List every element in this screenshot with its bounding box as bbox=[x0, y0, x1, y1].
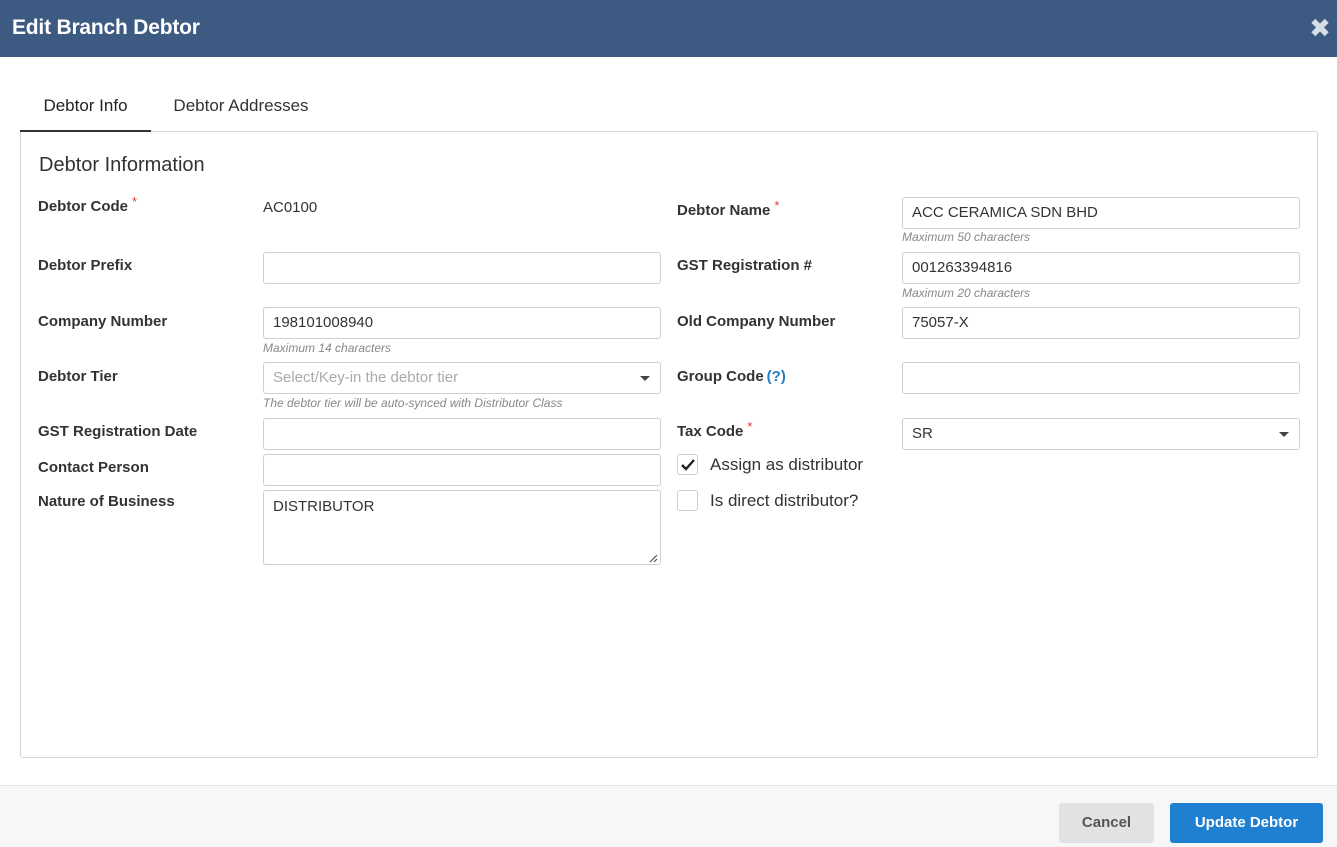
tab-debtor-addresses[interactable]: Debtor Addresses bbox=[151, 84, 331, 132]
gst-registration-no-label: GST Registration # bbox=[677, 257, 813, 274]
tab-bar: Debtor Info Debtor Addresses bbox=[20, 84, 1317, 132]
old-company-number-label: Old Company Number bbox=[677, 313, 836, 330]
assign-distributor-checkbox[interactable] bbox=[677, 454, 698, 475]
contact-person-input[interactable] bbox=[263, 454, 661, 486]
tab-debtor-info[interactable]: Debtor Info bbox=[20, 84, 151, 132]
tax-code-value: SR bbox=[912, 425, 933, 442]
debtor-tier-hint: The debtor tier will be auto-synced with… bbox=[263, 396, 563, 410]
tax-code-label: Tax Code * bbox=[677, 419, 753, 440]
section-title: Debtor Information bbox=[39, 154, 205, 176]
required-mark: * bbox=[747, 419, 753, 434]
dialog-title: Edit Branch Debtor bbox=[12, 16, 200, 39]
required-mark: * bbox=[774, 198, 780, 213]
company-number-hint: Maximum 14 characters bbox=[263, 341, 392, 355]
required-mark: * bbox=[132, 194, 138, 209]
checkmark-icon bbox=[681, 459, 695, 471]
debtor-code-value: AC0100 bbox=[263, 199, 318, 216]
old-company-number-input[interactable]: 75057-X bbox=[902, 307, 1300, 339]
group-code-label: Group Code (?) bbox=[677, 368, 786, 385]
chevron-down-icon bbox=[640, 376, 650, 381]
assign-distributor-label[interactable]: Assign as distributor bbox=[710, 455, 863, 475]
nature-of-business-value: DISTRIBUTOR bbox=[273, 498, 375, 515]
direct-distributor-checkbox[interactable] bbox=[677, 490, 698, 511]
debtor-name-input[interactable]: ACC CERAMICA SDN BHD bbox=[902, 197, 1300, 229]
direct-distributor-label[interactable]: Is direct distributor? bbox=[710, 491, 858, 511]
debtor-tier-label: Debtor Tier bbox=[38, 368, 118, 385]
close-icon[interactable]: ✖ bbox=[1307, 14, 1333, 42]
company-number-label: Company Number bbox=[38, 313, 168, 330]
chevron-down-icon bbox=[1279, 432, 1289, 437]
gst-registration-no-hint: Maximum 20 characters bbox=[902, 286, 1031, 300]
debtor-tier-select[interactable]: Select/Key-in the debtor tier bbox=[263, 362, 661, 394]
dialog-header: Edit Branch Debtor ✖ bbox=[0, 0, 1337, 57]
company-number-input[interactable]: 198101008940 bbox=[263, 307, 661, 339]
debtor-tier-placeholder: Select/Key-in the debtor tier bbox=[273, 369, 459, 386]
debtor-name-label: Debtor Name * bbox=[677, 198, 780, 219]
nature-of-business-textarea[interactable]: DISTRIBUTOR bbox=[263, 490, 661, 565]
update-debtor-button[interactable]: Update Debtor bbox=[1170, 803, 1323, 843]
group-code-input[interactable] bbox=[902, 362, 1300, 394]
gst-registration-date-label: GST Registration Date bbox=[38, 423, 198, 440]
tax-code-select[interactable]: SR bbox=[902, 418, 1300, 450]
cancel-button[interactable]: Cancel bbox=[1059, 803, 1154, 843]
debtor-prefix-input[interactable] bbox=[263, 252, 661, 284]
gst-registration-date-input[interactable] bbox=[263, 418, 661, 450]
group-code-help-link[interactable]: (?) bbox=[767, 368, 786, 385]
resize-handle-icon[interactable] bbox=[648, 553, 658, 563]
contact-person-label: Contact Person bbox=[38, 459, 149, 476]
gst-registration-no-input[interactable]: 001263394816 bbox=[902, 252, 1300, 284]
debtor-prefix-label: Debtor Prefix bbox=[38, 257, 133, 274]
nature-of-business-label: Nature of Business bbox=[38, 493, 175, 510]
debtor-name-hint: Maximum 50 characters bbox=[902, 230, 1031, 244]
debtor-code-label: Debtor Code * bbox=[38, 194, 138, 215]
